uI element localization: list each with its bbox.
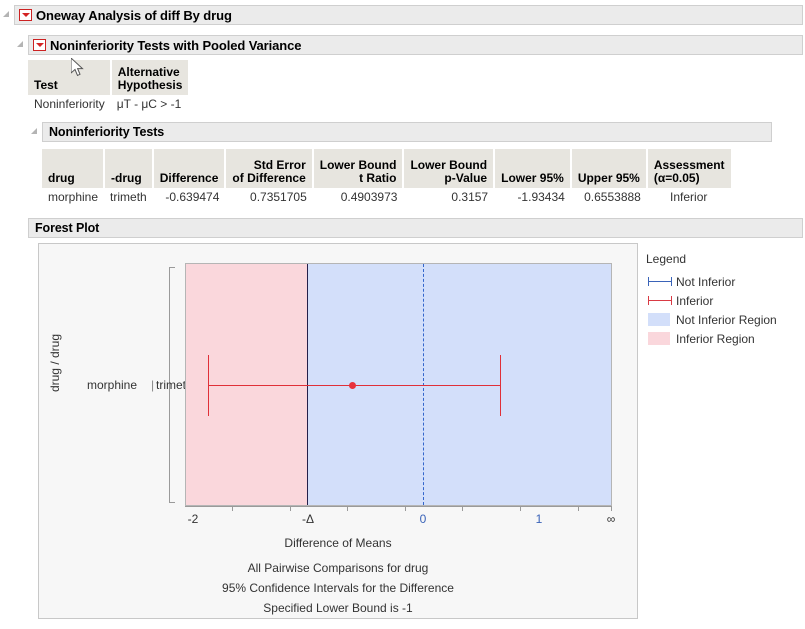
x-tick-mark-4	[405, 506, 406, 511]
legend-title: Legend	[646, 252, 796, 266]
legend-item-not-inferior-region[interactable]: Not Inferior Region	[646, 310, 796, 329]
forest-plot-panel[interactable]: drug / drug morphine | trimeth -2 -Δ 0 1…	[38, 243, 638, 619]
confidence-interval-upper-cap	[500, 355, 501, 416]
test-table: Test Alternative Hypothesis Noninferiori…	[28, 60, 188, 113]
x-tick-label-infinity: ∞	[607, 512, 616, 526]
red-popup-menu-icon-noninf-pooled[interactable]	[33, 39, 46, 51]
red-popup-menu-icon-oneway[interactable]	[19, 9, 32, 21]
x-tick-mark-6	[520, 506, 521, 511]
cell-std-error-of-difference: 0.7351705	[225, 188, 312, 206]
column-header-alternative-hypothesis[interactable]: Alternative Hypothesis	[111, 60, 189, 95]
x-tick-label-zero: 0	[420, 512, 427, 526]
column-header-drug[interactable]: drug	[42, 149, 104, 188]
table-row: Noninferiority μT - μC > -1	[28, 95, 188, 113]
table-header-row: drug -drug Difference Std Error of Diffe…	[42, 149, 731, 188]
section-header-forest-plot: Forest Plot	[28, 218, 803, 238]
section-header-noninf-tests: Noninferiority Tests	[42, 122, 772, 142]
cell-drug: morphine	[42, 188, 104, 206]
cell-lower-95: -1.93434	[494, 188, 571, 206]
legend-item-not-inferior[interactable]: Not Inferior	[646, 272, 796, 291]
noninferiority-tests-table: drug -drug Difference Std Error of Diffe…	[42, 149, 731, 206]
legend-label-inferior-region: Inferior Region	[676, 332, 755, 346]
inferior-line-icon	[646, 295, 676, 307]
section-header-oneway: Oneway Analysis of diff By drug	[14, 5, 803, 25]
footnote-lower-bound: Specified Lower Bound is -1	[39, 601, 637, 615]
x-tick-mark-8	[611, 506, 612, 511]
column-header-minus-drug[interactable]: -drug	[104, 149, 153, 188]
confidence-interval-lower-cap	[208, 355, 209, 416]
table-row: morphine trimeth -0.639474 0.7351705 0.4…	[42, 188, 731, 206]
x-tick-label-one: 1	[536, 512, 543, 526]
x-tick-label-neg-delta: -Δ	[302, 512, 314, 526]
x-tick-mark-7	[578, 506, 579, 511]
table-header-row: Test Alternative Hypothesis	[28, 60, 188, 95]
x-tick-mark-1	[232, 506, 233, 511]
legend-label-inferior: Inferior	[676, 294, 713, 308]
legend-label-not-inferior-region: Not Inferior Region	[676, 313, 777, 327]
disclosure-triangle-icon-noninf-pooled[interactable]	[17, 41, 23, 47]
cell-assessment: Inferior	[647, 188, 731, 206]
not-inferior-region-swatch-icon	[648, 313, 670, 326]
forest-plot-legend: Legend Not Inferior Inferior Not Inferio…	[646, 252, 796, 348]
legend-label-not-inferior: Not Inferior	[676, 275, 735, 289]
difference-estimate-marker	[349, 382, 356, 389]
x-axis-title: Difference of Means	[39, 536, 637, 550]
column-header-upper-95[interactable]: Upper 95%	[571, 149, 647, 188]
x-axis-line	[185, 506, 612, 507]
section-title-noninf-tests: Noninferiority Tests	[49, 125, 164, 139]
plot-area[interactable]	[185, 263, 612, 506]
column-header-lower-95[interactable]: Lower 95%	[494, 149, 571, 188]
x-tick-mark-5	[462, 506, 463, 511]
column-header-lower-bound-p-value[interactable]: Lower Bound p-Value	[403, 149, 494, 188]
cell-upper-95: 0.6553888	[571, 188, 647, 206]
cell-alternative-hypothesis: μT - μC > -1	[111, 95, 189, 113]
footnote-confidence-level: 95% Confidence Intervals for the Differe…	[39, 581, 637, 595]
section-header-noninf-pooled: Noninferiority Tests with Pooled Varianc…	[28, 35, 803, 55]
column-header-std-error-of-difference[interactable]: Std Error of Difference	[225, 149, 312, 188]
legend-item-inferior-region[interactable]: Inferior Region	[646, 329, 796, 348]
x-tick-mark-2	[290, 506, 291, 511]
legend-item-inferior[interactable]: Inferior	[646, 291, 796, 310]
column-header-lower-bound-t-ratio[interactable]: Lower Bound t Ratio	[313, 149, 404, 188]
section-title-oneway: Oneway Analysis of diff By drug	[36, 8, 232, 23]
disclosure-triangle-icon-noninf-tests[interactable]	[31, 128, 37, 134]
cell-lower-bound-t-ratio: 0.4903973	[313, 188, 404, 206]
y-tick-label-morphine: morphine	[87, 378, 137, 392]
column-header-difference[interactable]: Difference	[153, 149, 226, 188]
cell-lower-bound-p-value: 0.3157	[403, 188, 494, 206]
cell-minus-drug: trimeth	[104, 188, 153, 206]
y-tick-separator: |	[151, 378, 154, 392]
section-title-noninf-pooled: Noninferiority Tests with Pooled Varianc…	[50, 38, 301, 53]
inferior-region-swatch-icon	[648, 332, 670, 345]
cell-test: Noninferiority	[28, 95, 111, 113]
section-title-forest-plot: Forest Plot	[35, 221, 99, 235]
cell-difference: -0.639474	[153, 188, 226, 206]
footnote-all-pairwise: All Pairwise Comparisons for drug	[39, 561, 637, 575]
column-header-test[interactable]: Test	[28, 60, 111, 95]
disclosure-triangle-icon-oneway[interactable]	[3, 11, 9, 17]
column-header-assessment[interactable]: Assessment (α=0.05)	[647, 149, 731, 188]
x-tick-label-neg2: -2	[188, 512, 199, 526]
x-tick-mark-3	[347, 506, 348, 511]
y-axis-title: drug / drug	[48, 303, 62, 423]
not-inferior-line-icon	[646, 276, 676, 288]
